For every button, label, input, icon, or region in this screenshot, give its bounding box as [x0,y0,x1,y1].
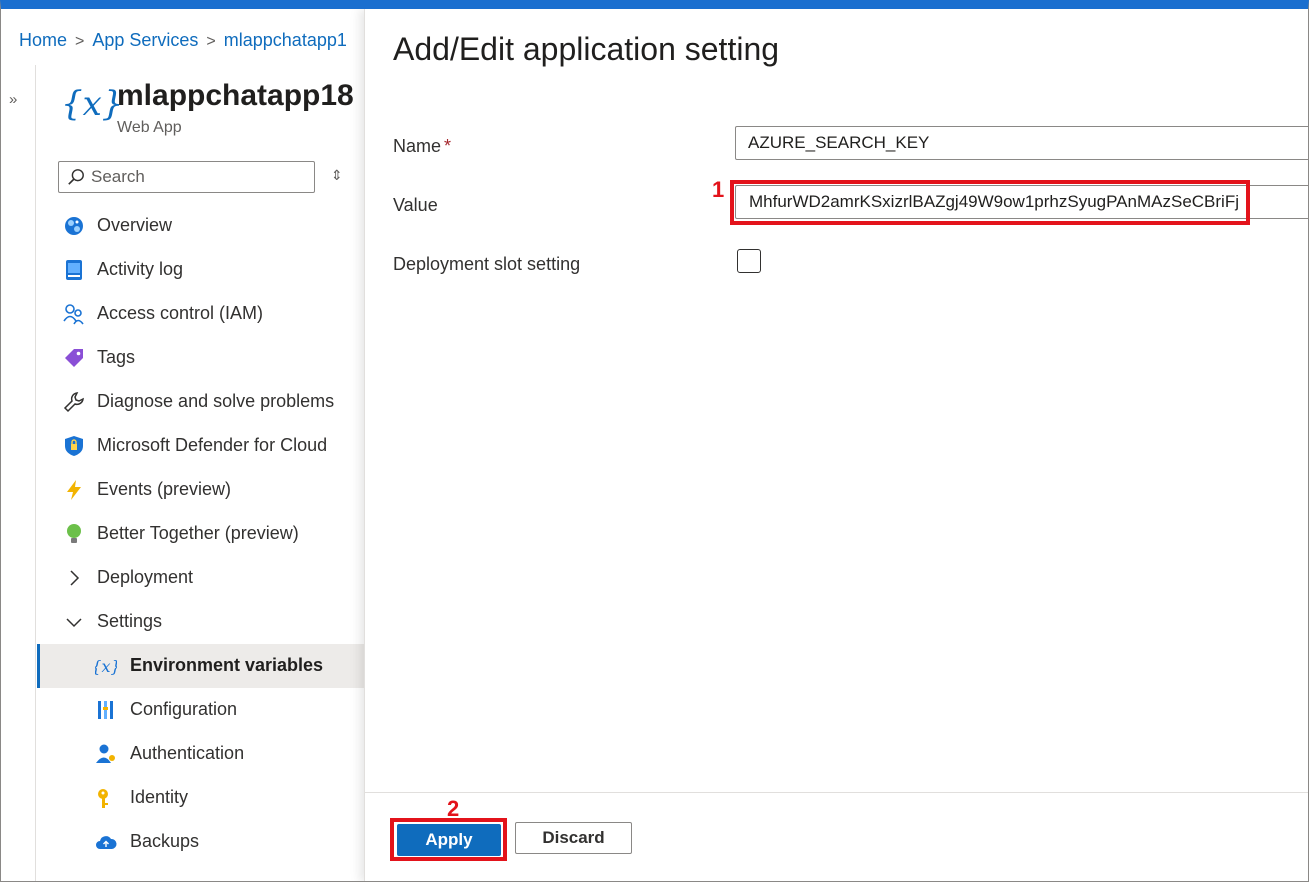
user-key-icon [96,744,115,763]
expand-menu-icon[interactable]: » [9,91,17,108]
nav-item-overview[interactable]: Overview [37,204,364,248]
nav-label: Tags [97,347,136,367]
nav-label: Identity [130,787,189,807]
blade-title: Add/Edit application setting [393,31,780,67]
nav-label: Deployment [97,567,194,587]
nav-label: Access control (IAM) [97,303,264,323]
chevron-right-icon [70,570,80,586]
annotation-highlight-value [730,180,1250,225]
sort-icon[interactable]: ⇕ [331,167,343,184]
footer-divider [365,792,1308,793]
globe-icon [65,217,83,235]
nav-label: Backups [130,831,200,851]
annotation-marker-1: 1 [712,177,725,202]
name-field[interactable]: AZURE_SEARCH_KEY [735,126,1308,160]
menu-divider [35,65,36,881]
cloud-icon [96,836,117,849]
menu-search[interactable] [58,161,315,193]
people-icon [63,304,84,325]
breadcrumb-separator-icon: > [206,33,216,50]
log-icon [66,260,82,280]
breadcrumb-home[interactable]: Home [19,30,67,50]
nav-label: Configuration [130,699,238,719]
svg-text:{x}: {x} [95,657,117,676]
lightbulb-icon [67,524,81,543]
discard-button[interactable]: Discard [515,822,632,854]
nav-item-authentication[interactable]: Authentication [37,732,364,776]
nav-item-events[interactable]: Events (preview) [37,468,364,512]
nav-item-environment-variables[interactable]: {x} Environment variables [37,644,364,688]
nav-item-diagnose[interactable]: Diagnose and solve problems [37,380,364,424]
nav-label: Events (preview) [97,479,232,499]
active-indicator [37,644,40,688]
nav-item-better-together[interactable]: Better Together (preview) [37,512,364,556]
breadcrumb-resource[interactable]: mlappchatapp1 [224,30,347,50]
value-label: Value [393,195,438,215]
nav-item-tags[interactable]: Tags [37,336,364,380]
partial-icon [95,875,117,882]
nav-label: Activity log [97,259,184,279]
nav-item-deployment[interactable]: Deployment [37,556,364,600]
apply-button[interactable]: Apply [397,824,501,856]
key-icon [98,789,108,808]
nav-label: Environment variables [130,655,324,675]
search-input[interactable] [91,165,306,189]
chevron-down-icon [66,618,82,628]
resource-title: mlappchatapp18 [117,79,354,112]
breadcrumb-separator-icon: > [75,33,85,50]
nav-item-activity-log[interactable]: Activity log [37,248,364,292]
lightning-icon [67,480,81,500]
required-mark: * [444,136,452,156]
nav-label: Authentication [130,743,245,763]
name-label: Name * [393,136,451,157]
slot-setting-label: Deployment slot setting [393,254,581,274]
nav-label: Microsoft Defender for Cloud [97,435,328,455]
search-icon [68,169,84,185]
nav-item-access-control[interactable]: Access control (IAM) [37,292,364,336]
nav-item-settings[interactable]: Settings [37,600,364,644]
resource-menu-pane: Home > App Services > mlappchatapp1 » {x} ml… [1,9,364,882]
variable-icon: {x} [61,84,124,124]
edit-setting-blade: Add/Edit application setting Name * AZURE… [364,9,1308,881]
breadcrumb: Home > App Services > mlappchatapp1 [19,30,347,51]
nav-item-defender[interactable]: Microsoft Defender for Cloud [37,424,364,468]
nav-item-partial [37,864,364,882]
name-label-text: Name [393,136,442,156]
nav-label: Settings [97,611,163,631]
nav-label: Diagnose and solve problems [97,391,335,411]
shield-icon [65,436,83,456]
breadcrumb-app-services[interactable]: App Services [92,30,198,50]
nav-item-backups[interactable]: Backups [37,820,364,864]
resource-type: Web App [117,119,182,136]
nav-item-configuration[interactable]: Configuration [37,688,364,732]
portal-window: Home > App Services > mlappchatapp1 » {x} ml… [0,0,1309,882]
variable-icon: {x} [95,657,117,676]
config-bars-icon [98,701,113,719]
nav-label: Better Together (preview) [97,523,299,543]
nav-item-identity[interactable]: Identity [37,776,364,820]
wrench-icon [63,392,84,413]
slot-setting-checkbox[interactable] [737,249,761,273]
tag-icon [65,349,83,367]
nav-label: Overview [97,215,173,235]
